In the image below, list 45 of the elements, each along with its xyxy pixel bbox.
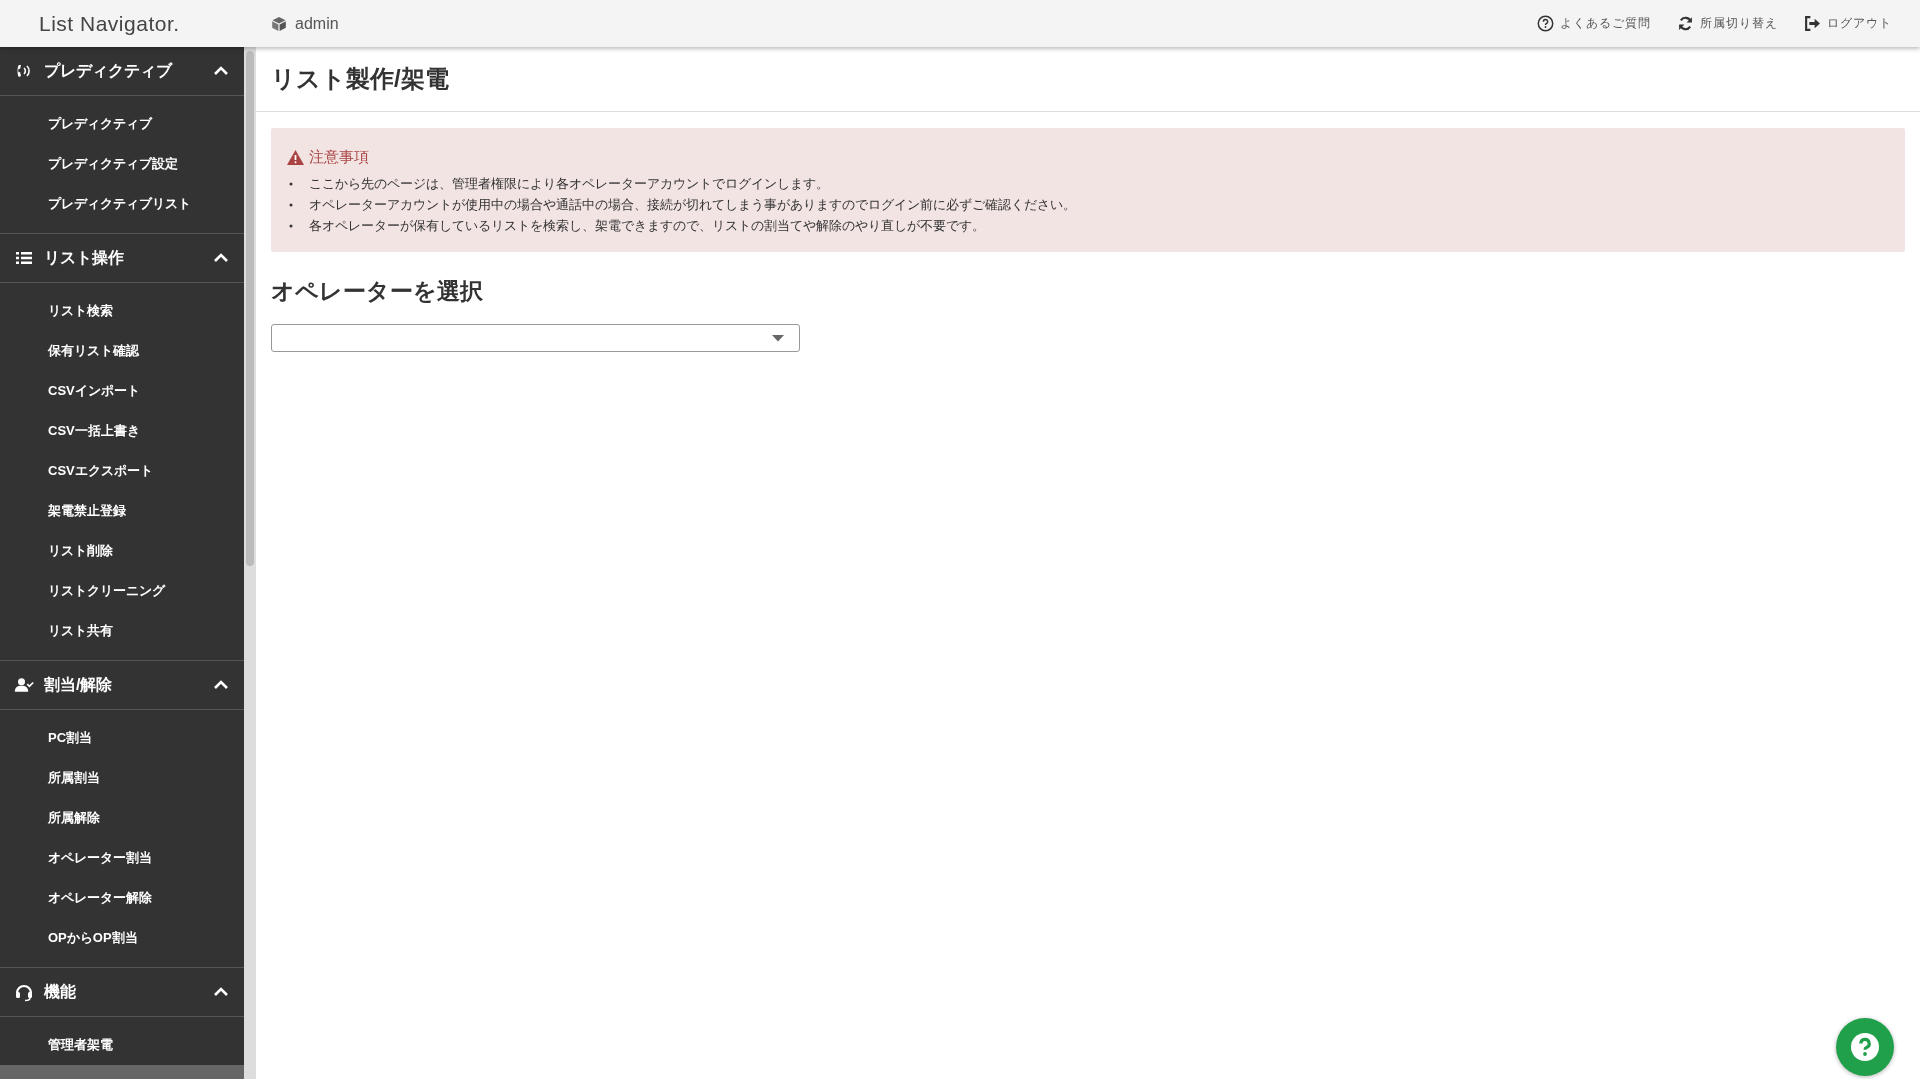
- logo[interactable]: List Navigator.: [0, 11, 234, 36]
- sidebar-item[interactable]: リスト共有: [0, 611, 244, 651]
- help-button[interactable]: [1836, 1018, 1894, 1076]
- sidebar-item[interactable]: プレディクティブ: [0, 104, 244, 144]
- page-title: リスト製作/架電: [271, 64, 449, 94]
- sidebar-item[interactable]: OPからOP割当: [0, 918, 244, 958]
- notice-text: オペレーターアカウントが使用中の場合や通話中の場合、接続が切れてしまう事がありますのでログイン前に必ずご確認ください。: [309, 196, 1076, 214]
- user-name: admin: [295, 14, 339, 33]
- caret-icon: [772, 334, 784, 342]
- header-link[interactable]: よくあるご質問: [1537, 15, 1651, 32]
- refresh-icon: [1677, 15, 1694, 32]
- scrollbar-thumb[interactable]: [246, 51, 254, 566]
- bullet-icon: [289, 202, 293, 207]
- sidebar-item[interactable]: PC割当: [0, 718, 244, 758]
- bullet-icon: [289, 181, 293, 186]
- notice-text: ここから先のページは、管理者権限により各オペレーターアカウントでログインします。: [309, 175, 829, 193]
- sidebar-item[interactable]: 保有リスト確認: [0, 331, 244, 371]
- cube-icon: [271, 15, 287, 32]
- logout-icon: [1804, 15, 1821, 32]
- header-link[interactable]: 所属切り替え: [1677, 15, 1778, 32]
- sidebar-item[interactable]: プレディクティブリスト: [0, 184, 244, 224]
- sidebar-item[interactable]: リストクリーニング: [0, 571, 244, 611]
- headset-icon: [14, 982, 34, 1002]
- section-title: オペレーターを選択: [271, 277, 484, 306]
- sidebar-item[interactable]: CSVインポート: [0, 371, 244, 411]
- sidebar-item[interactable]: プレディクティブ設定: [0, 144, 244, 184]
- bullet-icon: [289, 223, 293, 228]
- help-icon: [1537, 15, 1554, 32]
- notice-text: 各オペレーターが保有しているリストを検索し、架電できますので、リストの割当てや解除のやり直しが不要です。: [309, 217, 985, 235]
- notice-title: 注意事項: [309, 148, 369, 167]
- sidebar-item[interactable]: 所属割当: [0, 758, 244, 798]
- help-icon: [1850, 1032, 1880, 1062]
- warning-icon: [287, 150, 304, 165]
- sidebar-item[interactable]: 架電禁止登録: [0, 491, 244, 531]
- operator-select[interactable]: [271, 324, 800, 352]
- sidebar-item[interactable]: リスト検索: [0, 291, 244, 331]
- sidebar-item[interactable]: オペレーター割当: [0, 838, 244, 878]
- sidebar-item[interactable]: CSVエクスポート: [0, 451, 244, 491]
- header-link[interactable]: ログアウト: [1804, 15, 1892, 32]
- user-check-icon: [14, 675, 34, 695]
- sidebar-item[interactable]: リスト削除: [0, 531, 244, 571]
- sidebar-item[interactable]: 所属解除: [0, 798, 244, 838]
- sidebar-item[interactable]: 管理者架電: [0, 1025, 244, 1065]
- sidebar-item[interactable]: CSV一括上書き: [0, 411, 244, 451]
- sidebar-item[interactable]: オペレーター解除: [0, 878, 244, 918]
